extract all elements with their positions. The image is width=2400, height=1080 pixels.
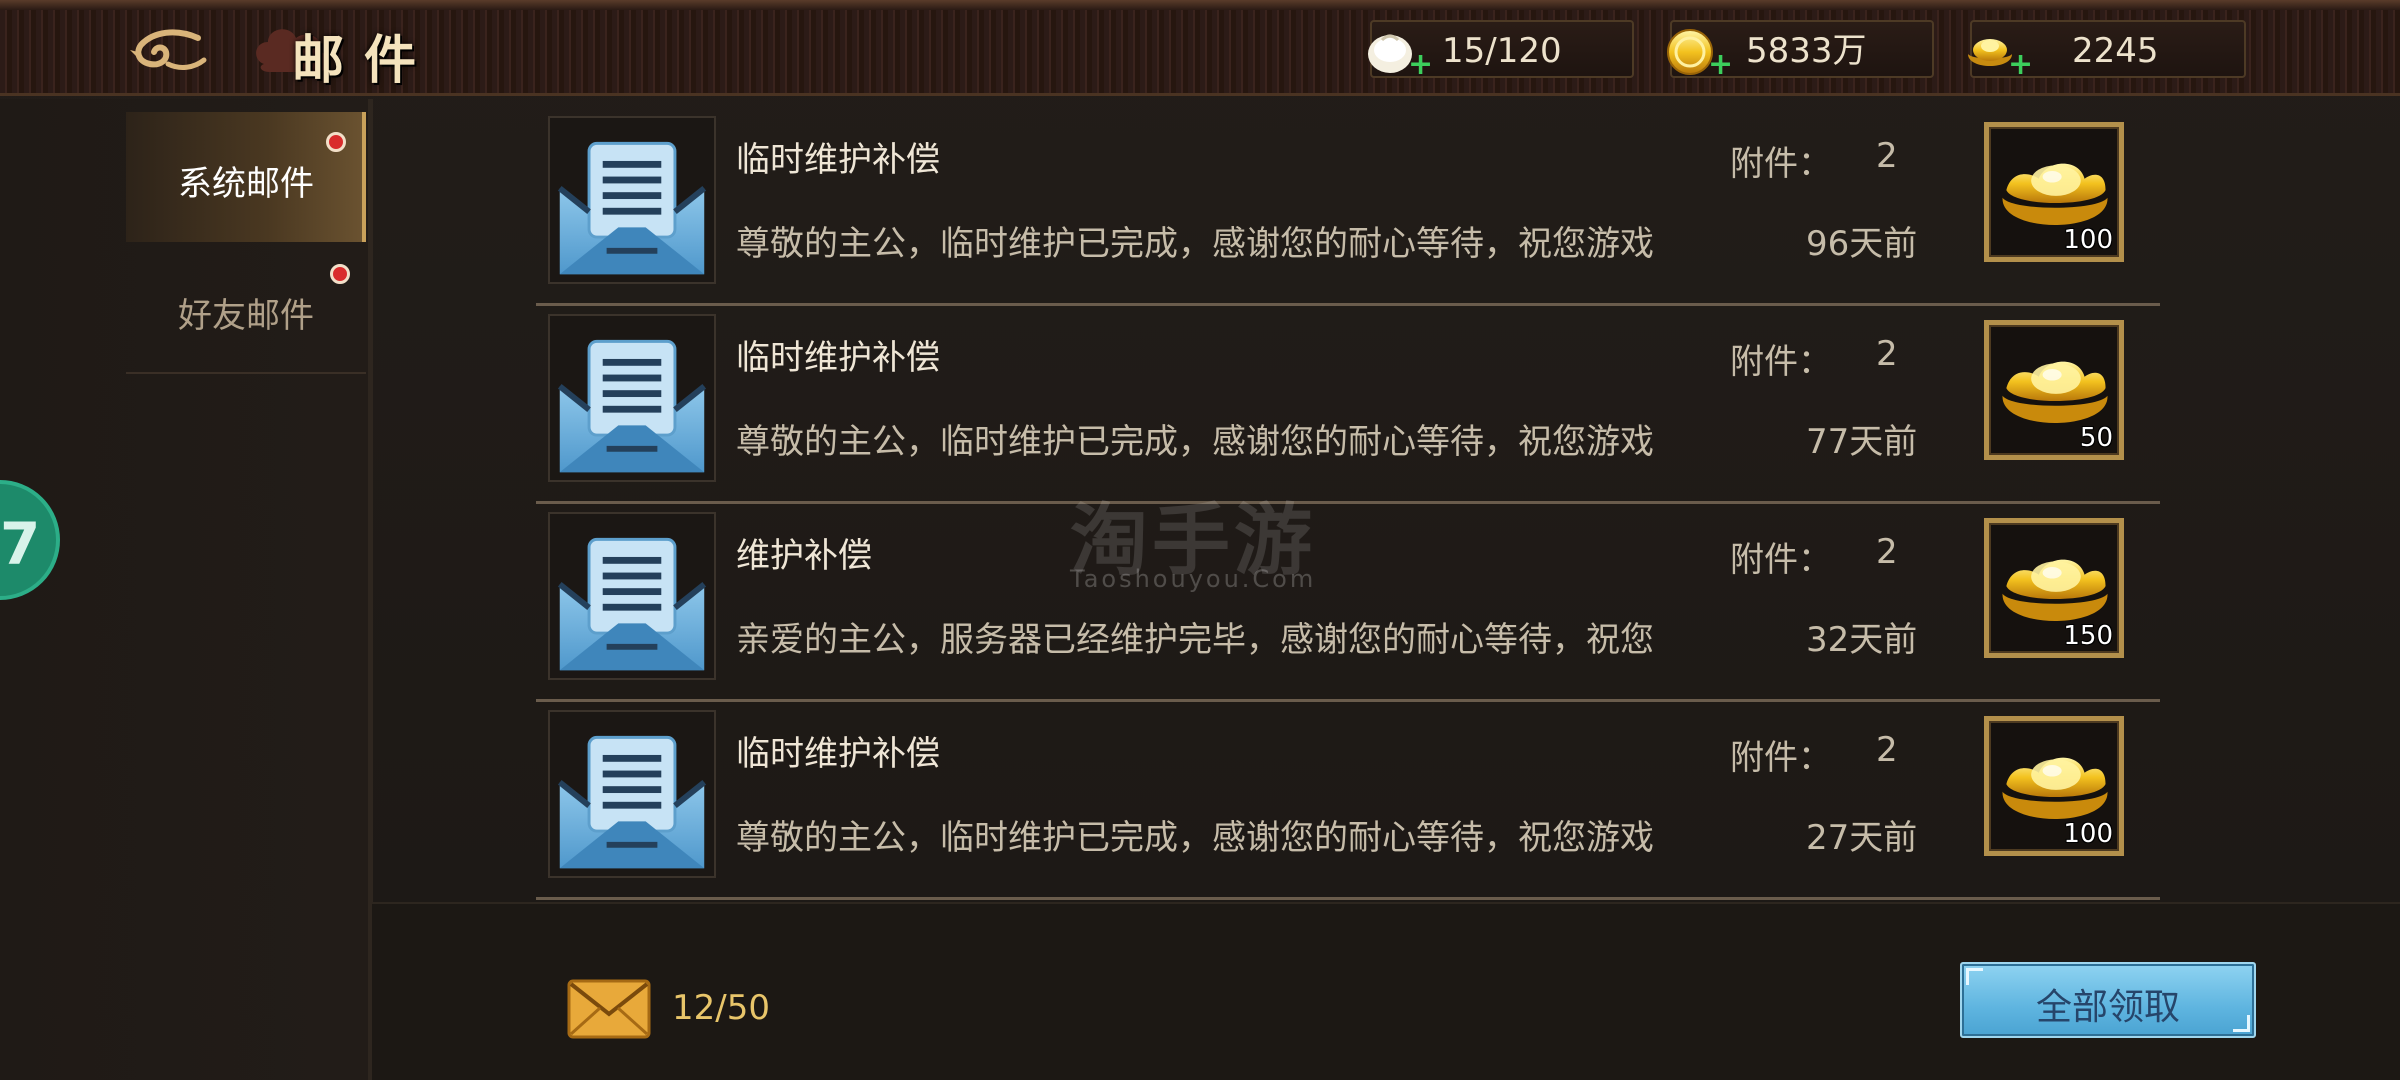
ingot-value: 2245 [2072, 31, 2159, 71]
mail-item[interactable]: 临时维护补偿 尊敬的主公，临时维护已完成，感谢您的耐心等待，祝您游戏 附件： 2… [536, 306, 2160, 504]
mail-time: 96天前 [1806, 224, 1918, 264]
mail-count: 12/50 [672, 988, 770, 1028]
mail-preview: 亲爱的主公，服务器已经维护完毕，感谢您的耐心等待，祝您 [736, 620, 1654, 660]
tab-label: 好友邮件 [178, 296, 314, 336]
mail-list: 临时维护补偿 尊敬的主公，临时维护已完成，感谢您的耐心等待，祝您游戏 附件： 2… [536, 108, 2160, 900]
mail-item[interactable]: 临时维护补偿 尊敬的主公，临时维护已完成，感谢您的耐心等待，祝您游戏 附件： 2… [536, 108, 2160, 306]
mail-time: 27天前 [1806, 818, 1918, 858]
stamina-value: 15/120 [1442, 31, 1562, 71]
mail-item[interactable]: 临时维护补偿 尊敬的主公，临时维护已完成，感谢您的耐心等待，祝您游戏 附件： 2… [536, 702, 2160, 900]
mail-preview: 尊敬的主公，临时维护已完成，感谢您的耐心等待，祝您游戏 [736, 818, 1654, 858]
claim-all-button[interactable]: 全部领取 [1960, 962, 2256, 1038]
mail-item[interactable]: 维护补偿 亲爱的主公，服务器已经维护完毕，感谢您的耐心等待，祝您 附件： 2 3… [536, 504, 2160, 702]
attachment-label: 附件： [1730, 738, 1832, 778]
attachment-count: 2 [1876, 334, 1898, 374]
stamina-resource: + 15/120 [1368, 20, 1634, 80]
floating-button-label: 7 [0, 510, 41, 578]
mail-envelope-icon [548, 710, 716, 878]
watermark-url: Taoshouyou.Com [1070, 565, 1317, 593]
reward-slot[interactable]: 50 [1984, 320, 2124, 460]
add-ingot-button[interactable]: + [2008, 50, 2033, 80]
mail-envelope-icon [548, 512, 716, 680]
reward-quantity: 150 [2063, 621, 2113, 651]
mail-title: 临时维护补偿 [736, 734, 940, 774]
attachment-label: 附件： [1730, 342, 1832, 382]
reward-quantity: 100 [2063, 225, 2113, 255]
mail-preview: 尊敬的主公，临时维护已完成，感谢您的耐心等待，祝您游戏 [736, 422, 1654, 462]
attachment-count: 2 [1876, 532, 1898, 572]
attachment-count: 2 [1876, 730, 1898, 770]
reward-slot[interactable]: 100 [1984, 122, 2124, 262]
mail-preview: 尊敬的主公，临时维护已完成，感谢您的耐心等待，祝您游戏 [736, 224, 1654, 264]
mail-envelope-icon [548, 314, 716, 482]
add-stamina-button[interactable]: + [1408, 50, 1433, 80]
reward-slot[interactable]: 150 [1984, 518, 2124, 658]
attachment-label: 附件： [1730, 540, 1832, 580]
attachment-label: 附件： [1730, 144, 1832, 184]
coin-value: 5833万 [1746, 31, 1867, 71]
envelope-icon [567, 979, 651, 1039]
mail-envelope-icon [548, 116, 716, 284]
add-coin-button[interactable]: + [1708, 50, 1733, 80]
unread-dot [326, 132, 346, 152]
tab-friend-mail[interactable]: 好友邮件 [126, 244, 366, 374]
reward-quantity: 100 [2063, 819, 2113, 849]
page-title: 邮件 [292, 30, 437, 91]
tab-label: 系统邮件 [178, 164, 314, 204]
coin-resource: + 5833万 [1667, 20, 1934, 80]
mail-time: 32天前 [1806, 620, 1918, 660]
reward-slot[interactable]: 100 [1984, 716, 2124, 856]
mail-screen: 邮件 + 15/120 + 5833万 + 2245 系统邮件 好友邮件 7 临… [0, 0, 2400, 1080]
ingot-resource: + 2245 [1968, 20, 2246, 80]
mail-time: 77天前 [1806, 422, 1918, 462]
mail-title: 临时维护补偿 [736, 338, 940, 378]
mail-title: 维护补偿 [736, 536, 872, 576]
unread-dot [330, 264, 350, 284]
mail-title: 临时维护补偿 [736, 140, 940, 180]
reward-quantity: 50 [2079, 423, 2113, 453]
claim-all-label: 全部领取 [2035, 987, 2180, 1028]
attachment-count: 2 [1876, 136, 1898, 176]
tab-system-mail[interactable]: 系统邮件 [126, 112, 366, 242]
top-bar: 邮件 + 15/120 + 5833万 + 2245 [0, 0, 2400, 96]
back-cloud-icon[interactable] [128, 26, 208, 76]
